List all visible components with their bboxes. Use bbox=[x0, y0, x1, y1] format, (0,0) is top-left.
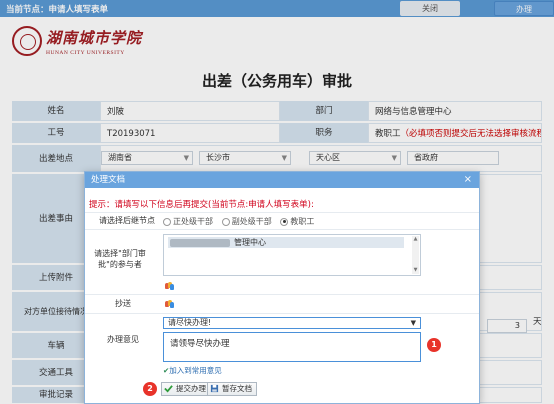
page-title: 出差（公务用车）审批 bbox=[201, 72, 352, 90]
city-select[interactable]: 长沙市 ▼ bbox=[199, 151, 291, 165]
name-label: 姓名 bbox=[12, 101, 100, 121]
process-document-dialog: 处理文档 × 提示：请填写以下信息后再提交(当前节点:申请人填写表单): 请选择… bbox=[84, 171, 480, 404]
participant-item[interactable]: 管理中心 bbox=[168, 237, 404, 248]
top-bar: 当前节点：申请人填写表单 关闭 办理 bbox=[0, 0, 554, 17]
post-label: 职务 bbox=[280, 123, 368, 143]
step-badge-1: 1 bbox=[427, 338, 441, 352]
opinion-text: 请领导尽快办理 bbox=[170, 339, 230, 349]
scroll-up-icon[interactable]: ▲ bbox=[412, 236, 419, 243]
cc-row: 抄送 bbox=[85, 294, 479, 312]
post-value: 教职工 bbox=[375, 129, 401, 139]
save-disk-icon bbox=[210, 384, 219, 393]
save-draft-button[interactable]: 暂存文档 bbox=[207, 382, 257, 396]
participant-suffix: 管理中心 bbox=[234, 238, 266, 247]
scroll-down-icon[interactable]: ▼ bbox=[412, 267, 419, 274]
dialog-title: 处理文档 bbox=[91, 175, 126, 185]
dept-value: 网络与信息管理中心 bbox=[368, 101, 542, 121]
university-name-cn: 湖南城市学院 bbox=[46, 29, 143, 47]
select-people-icon[interactable] bbox=[165, 282, 174, 290]
submit-button[interactable]: 提交办理 bbox=[161, 382, 211, 396]
radio-option-2[interactable]: 副处级干部 bbox=[221, 216, 272, 227]
cc-people-icon[interactable] bbox=[165, 300, 174, 308]
radio-label: 教职工 bbox=[290, 217, 315, 226]
radio-option-1[interactable]: 正处级干部 bbox=[163, 216, 213, 227]
province-value: 湖南省 bbox=[108, 153, 132, 162]
university-seal-icon bbox=[12, 26, 42, 56]
crumb-label: 当前节点 bbox=[6, 5, 41, 15]
chevron-down-icon: ▼ bbox=[410, 319, 416, 327]
chevron-down-icon: ▼ bbox=[391, 154, 397, 162]
post-value-cell: 教职工（必填项否则提交后无法选择审核流程） bbox=[368, 123, 542, 143]
post-required-note: （必填项否则提交后无法选择审核流程） bbox=[400, 129, 542, 139]
radio-circle-icon bbox=[163, 217, 171, 226]
dialog-tip: 提示：请填写以下信息后再提交(当前节点:申请人填写表单): bbox=[89, 200, 314, 210]
current-node-breadcrumb: 当前节点：申请人填写表单 bbox=[6, 3, 108, 15]
participants-label: 请选择"部门审批"的参与者 bbox=[94, 249, 146, 269]
radio-option-3[interactable]: 教职工 bbox=[280, 216, 314, 227]
dialog-close-icon[interactable]: × bbox=[464, 172, 472, 188]
place-value-cell: 湖南省 ▼ 长沙市 ▼ 天心区 ▼ 省政府 bbox=[100, 145, 542, 172]
submit-check-icon bbox=[164, 385, 173, 393]
radio-circle-icon bbox=[221, 217, 230, 226]
days-unit: 天 bbox=[533, 317, 542, 327]
radio-label: 副处级干部 bbox=[231, 217, 272, 226]
form-row-name: 姓名 刘陂 部门 网络与信息管理中心 bbox=[12, 101, 542, 122]
university-logo: 湖南城市学院 HUNAN CITY UNIVERSITY bbox=[12, 24, 142, 62]
participants-listbox[interactable]: 管理中心 ▲ ▼ bbox=[163, 234, 421, 276]
crumb-separator: ： bbox=[40, 5, 49, 15]
form-row-place: 出差地点 湖南省 ▼ 长沙市 ▼ 天心区 ▼ 省政府 bbox=[12, 145, 542, 173]
name-value: 刘陂 bbox=[100, 101, 280, 121]
place-detail-value: 省政府 bbox=[414, 153, 438, 162]
university-name-en: HUNAN CITY UNIVERSITY bbox=[46, 50, 125, 56]
blurred-name bbox=[170, 238, 230, 247]
id-value: T20193071 bbox=[100, 123, 280, 143]
common-opinion-select[interactable]: 请尽快办理! ▼ bbox=[163, 317, 421, 329]
dialog-header: 处理文档 × bbox=[85, 172, 479, 188]
days-value: 3 bbox=[514, 321, 520, 330]
radio-label: 正处级干部 bbox=[173, 217, 213, 226]
submit-label: 提交办理 bbox=[176, 384, 206, 393]
province-select[interactable]: 湖南省 ▼ bbox=[101, 151, 193, 165]
cc-label: 抄送 bbox=[115, 299, 131, 308]
form-row-id: 工号 T20193071 职务 教职工（必填项否则提交后无法选择审核流程） bbox=[12, 123, 542, 144]
common-opinion-value: 请尽快办理! bbox=[168, 318, 212, 327]
next-node-row: 请选择后继节点 正处级干部 副处级干部 教职工 bbox=[85, 212, 479, 229]
crumb-value: 申请人填写表单 bbox=[48, 5, 109, 15]
opinion-label: 办理意见 bbox=[107, 334, 139, 344]
chevron-down-icon: ▼ bbox=[183, 154, 189, 162]
place-label: 出差地点 bbox=[12, 145, 100, 172]
dept-label: 部门 bbox=[280, 101, 368, 121]
chevron-down-icon: ▼ bbox=[281, 154, 287, 162]
opinion-textarea[interactable]: 请领导尽快办理 bbox=[163, 332, 421, 362]
id-label: 工号 bbox=[12, 123, 100, 143]
next-node-label: 请选择后继节点 bbox=[99, 216, 155, 225]
close-button[interactable]: 关闭 bbox=[400, 1, 460, 16]
place-detail-input[interactable]: 省政府 bbox=[407, 151, 499, 165]
district-select[interactable]: 天心区 ▼ bbox=[309, 151, 401, 165]
district-value: 天心区 bbox=[316, 153, 340, 162]
next-node-radio-group: 正处级干部 副处级干部 教职工 bbox=[163, 216, 320, 229]
opinion-row: 办理意见 请尽快办理! ▼ 请领导尽快办理 ✔加入到常用意见 1 bbox=[85, 313, 479, 377]
add-common-opinion-text: 加入到常用意见 bbox=[169, 366, 222, 375]
process-button[interactable]: 办理 bbox=[494, 1, 554, 16]
radio-checked-icon bbox=[280, 217, 289, 226]
city-value: 长沙市 bbox=[206, 153, 230, 162]
save-draft-label: 暂存文档 bbox=[222, 384, 252, 393]
step-badge-2: 2 bbox=[143, 382, 157, 396]
participants-row: 请选择"部门审批"的参与者 管理中心 ▲ ▼ bbox=[85, 229, 479, 293]
add-common-opinion-link[interactable]: ✔加入到常用意见 bbox=[163, 365, 222, 376]
listbox-scrollbar[interactable]: ▲ ▼ bbox=[412, 236, 419, 274]
days-input[interactable]: 3 bbox=[487, 319, 527, 333]
